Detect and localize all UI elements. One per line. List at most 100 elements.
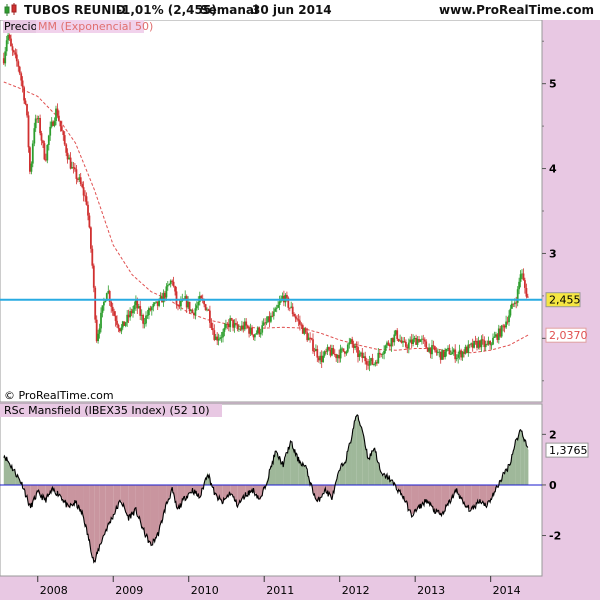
- candle-body: [79, 177, 82, 185]
- x-tick-label: 2010: [191, 584, 219, 597]
- candle-body: [422, 338, 425, 340]
- x-tick-label: 2008: [40, 584, 68, 597]
- candle-body: [69, 157, 72, 169]
- candle-body: [180, 301, 182, 307]
- candle-body: [87, 204, 89, 216]
- price-plot-background: [0, 20, 543, 403]
- candle-body: [519, 274, 522, 282]
- x-tick-label: 2009: [115, 584, 143, 597]
- price-label: Precio: [4, 20, 38, 33]
- candle-body: [211, 328, 214, 331]
- candle-body: [146, 315, 149, 316]
- candle-body: [133, 305, 136, 310]
- candle-body: [200, 295, 203, 299]
- candle-body: [516, 289, 519, 303]
- candle-body: [275, 307, 278, 309]
- candle-body: [236, 324, 239, 329]
- candle-body: [310, 338, 313, 340]
- rsc-value: 1,3765: [549, 444, 588, 457]
- candle-body: [235, 323, 237, 325]
- candle-body: [255, 333, 258, 335]
- candle-body: [150, 307, 153, 311]
- candle-body: [373, 364, 375, 365]
- price-y-tick-label: 4: [549, 163, 557, 176]
- candle-body: [103, 302, 105, 306]
- candle-body: [33, 128, 36, 144]
- candle-body: [110, 301, 113, 307]
- candle-body: [197, 301, 200, 306]
- candle-body: [432, 345, 435, 347]
- ma-label: MM (Exponencial 50): [38, 20, 153, 33]
- candle-body: [172, 281, 175, 287]
- candle-body: [62, 131, 65, 135]
- candle-body: [104, 300, 107, 303]
- candle-body: [434, 346, 436, 351]
- candle-body: [47, 135, 50, 145]
- candle-body: [217, 338, 220, 341]
- candle-body: [23, 87, 25, 101]
- candle-body: [27, 115, 30, 148]
- candle-body: [74, 167, 76, 170]
- candle-body: [265, 322, 268, 324]
- candle-body: [423, 339, 426, 342]
- candle-body: [11, 46, 14, 51]
- candle-body: [18, 66, 21, 74]
- candle-body: [132, 309, 134, 314]
- candle-body: [508, 315, 510, 323]
- price-y-tick-label: 5: [549, 78, 557, 91]
- candle-body: [101, 305, 104, 313]
- candle-body: [383, 351, 385, 355]
- candle-body: [448, 347, 451, 355]
- candle-body: [297, 319, 300, 321]
- candle-body: [92, 265, 95, 288]
- chart-area: Precio MM (Exponencial 50) © ProRealTime…: [0, 20, 589, 597]
- candle-body: [313, 351, 316, 352]
- candle-body: [425, 341, 428, 348]
- candle-body: [82, 187, 85, 196]
- candle-body: [56, 108, 59, 116]
- candle-body: [444, 351, 446, 358]
- candle-body: [365, 361, 368, 365]
- candle-body: [272, 311, 275, 317]
- rsc-y-tick-label: 0: [549, 479, 557, 492]
- candle-body: [522, 273, 525, 281]
- candle-body: [111, 306, 114, 312]
- candle-body: [5, 40, 8, 52]
- candle-body: [117, 324, 120, 329]
- candle-body: [210, 322, 213, 329]
- candle-body: [8, 34, 11, 39]
- candle-body: [473, 340, 475, 348]
- candle-body: [405, 342, 407, 347]
- candle-body: [293, 314, 295, 317]
- candle-body: [188, 301, 191, 312]
- candle-body: [84, 195, 86, 197]
- candle-body: [348, 342, 351, 345]
- site-label: www.ProRealTime.com: [439, 3, 594, 17]
- candle-body: [24, 100, 27, 105]
- candle-body: [291, 306, 294, 314]
- candle-body: [175, 291, 178, 305]
- candle-body: [368, 361, 371, 366]
- candle-body: [450, 354, 452, 355]
- candle-body: [13, 50, 15, 53]
- candle-body: [49, 126, 52, 136]
- candle-body: [91, 248, 94, 266]
- candle-body: [288, 307, 291, 309]
- candle-body: [153, 302, 156, 305]
- candle-body: [124, 322, 127, 326]
- candle-body: [346, 344, 349, 352]
- rsc-y-tick-label: 2: [549, 428, 557, 441]
- candle-body: [492, 337, 494, 345]
- candle-body: [387, 342, 390, 345]
- candle-body: [270, 315, 272, 322]
- candle-body: [39, 118, 41, 134]
- candle-body: [31, 143, 34, 164]
- candle-body: [261, 325, 264, 333]
- candle-body: [42, 140, 44, 144]
- candle-body: [355, 345, 358, 347]
- candle-body: [65, 144, 68, 153]
- candle-body: [165, 286, 168, 298]
- candle-body: [4, 51, 7, 64]
- candle-body: [81, 184, 84, 188]
- candle-body: [40, 133, 43, 141]
